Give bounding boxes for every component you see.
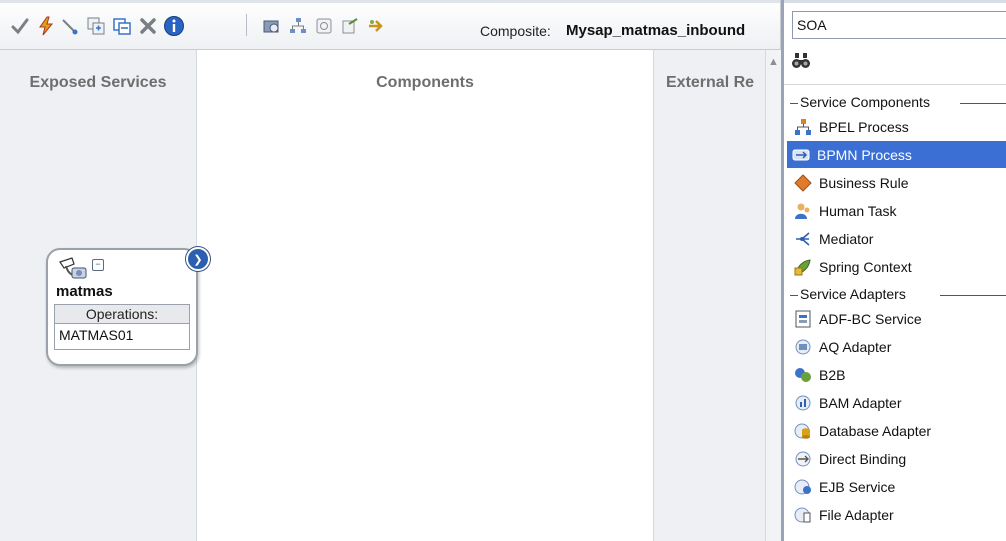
- deploy-icon[interactable]: [260, 14, 284, 38]
- collapse-icon[interactable]: −: [92, 259, 104, 271]
- palette-item-adf-bc-service[interactable]: ADF-BC Service: [789, 305, 1006, 332]
- palette-item-label: AQ Adapter: [819, 338, 892, 355]
- aq-adapter-icon: [793, 337, 813, 357]
- direct-binding-icon: [793, 449, 813, 469]
- operation-item[interactable]: MATMAS01: [55, 324, 189, 346]
- wire-icon[interactable]: [58, 14, 82, 38]
- palette-item-label: Database Adapter: [819, 422, 932, 439]
- palette-category-dropdown[interactable]: SOA: [792, 11, 1006, 39]
- section-header-service-adapters[interactable]: Service Adapters: [784, 286, 1006, 306]
- test-icon[interactable]: [312, 14, 336, 38]
- lightning-icon[interactable]: [34, 14, 58, 38]
- service-node-matmas[interactable]: − ❯ matmas Operations: MATMAS01: [46, 247, 210, 366]
- palette-item-label: Spring Context: [819, 258, 912, 275]
- external-references-lane[interactable]: External Re: [653, 50, 766, 541]
- arrow-icon[interactable]: [364, 14, 388, 38]
- toolbar-separator: [246, 14, 247, 36]
- palette-top-border: [784, 0, 1006, 3]
- paste-icon[interactable]: [110, 14, 134, 38]
- info-icon[interactable]: [162, 14, 186, 38]
- scroll-up-icon[interactable]: ▲: [768, 56, 779, 68]
- section-title: Service Components: [800, 94, 930, 110]
- service-name: matmas: [56, 283, 113, 300]
- palette-item-label: Direct Binding: [819, 450, 907, 467]
- spring-icon: [793, 257, 813, 277]
- palette-item-ejb-service[interactable]: EJB Service: [789, 473, 1006, 500]
- palette-item-bam-adapter[interactable]: BAM Adapter: [789, 389, 1006, 416]
- copy-icon[interactable]: [84, 14, 108, 38]
- composite-name: Mysap_matmas_inbound: [566, 22, 746, 39]
- palette-item-label: BAM Adapter: [819, 394, 902, 411]
- palette-item-label: Human Task: [819, 202, 897, 219]
- components-lane[interactable]: Components: [197, 50, 653, 541]
- bpel-icon: [793, 117, 813, 137]
- palette-search-input[interactable]: [818, 50, 1006, 76]
- palette-item-label: BPEL Process: [819, 118, 909, 135]
- palette-search-row: [784, 44, 1006, 85]
- file-adapter-icon: [793, 505, 813, 525]
- palette-item-bpmn-process[interactable]: BPMN Process: [787, 141, 1006, 168]
- palette-item-business-rule[interactable]: Business Rule: [789, 169, 1006, 196]
- bpmn-icon: [791, 145, 811, 165]
- palette-item-label: File Adapter: [819, 506, 894, 523]
- validate-icon[interactable]: [8, 14, 32, 38]
- palette-item-spring-context[interactable]: Spring Context: [789, 253, 1006, 280]
- ejb-service-icon: [793, 477, 813, 497]
- human-task-icon: [793, 201, 813, 221]
- editor-vertical-scrollbar[interactable]: ▲: [765, 50, 781, 541]
- adf-bc-icon: [793, 309, 813, 329]
- operations-header: Operations:: [55, 305, 189, 324]
- palette-item-direct-binding[interactable]: Direct Binding: [789, 445, 1006, 472]
- bam-adapter-icon: [793, 393, 813, 413]
- adapter-service-icon: [58, 256, 88, 285]
- palette-item-label: Business Rule: [819, 174, 909, 191]
- operations-box: Operations: MATMAS01: [54, 304, 190, 350]
- toolbar-top-border: [0, 0, 780, 3]
- composite-label: Composite:: [480, 23, 551, 39]
- mediator-icon: [793, 229, 813, 249]
- palette-item-label: Mediator: [819, 230, 874, 247]
- component-palette: SOA Service Components BPEL Process BPMN…: [781, 0, 1006, 541]
- section-header-service-components[interactable]: Service Components: [784, 94, 1006, 114]
- editor-toolbar: Composite: Mysap_matmas_inbound: [0, 0, 780, 50]
- components-title: Components: [376, 74, 474, 91]
- service-reference-arrow-icon[interactable]: ❯: [186, 247, 210, 271]
- publish-icon[interactable]: [338, 14, 362, 38]
- palette-item-human-task[interactable]: Human Task: [789, 197, 1006, 224]
- binoculars-search-icon[interactable]: [791, 52, 811, 75]
- layout-icon[interactable]: [286, 14, 310, 38]
- palette-item-label: ADF-BC Service: [819, 310, 922, 327]
- palette-item-bpel-process[interactable]: BPEL Process: [789, 113, 1006, 140]
- palette-item-mediator[interactable]: Mediator: [789, 225, 1006, 252]
- section-title: Service Adapters: [800, 286, 906, 302]
- palette-item-b2b[interactable]: B2B: [789, 361, 1006, 388]
- b2b-icon: [793, 365, 813, 385]
- palette-item-aq-adapter[interactable]: AQ Adapter: [789, 333, 1006, 360]
- palette-item-label: B2B: [819, 366, 846, 383]
- palette-item-label: BPMN Process: [817, 146, 912, 163]
- external-references-title: External Re: [666, 74, 755, 91]
- business-rule-icon: [793, 173, 813, 193]
- delete-icon[interactable]: [136, 14, 160, 38]
- composite-editor: Composite: Mysap_matmas_inbound Exposed …: [0, 0, 781, 541]
- palette-item-file-adapter[interactable]: File Adapter: [789, 501, 1006, 528]
- exposed-services-title: Exposed Services: [29, 74, 167, 91]
- palette-item-label: EJB Service: [819, 478, 896, 495]
- database-adapter-icon: [793, 421, 813, 441]
- palette-item-database-adapter[interactable]: Database Adapter: [789, 417, 1006, 444]
